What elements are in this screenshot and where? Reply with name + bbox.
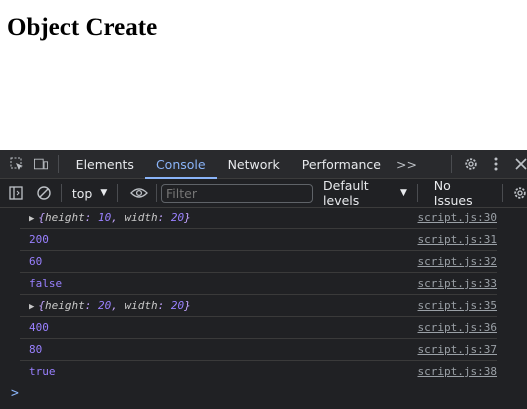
issues-button[interactable]: No Issues: [424, 178, 496, 208]
device-toolbar-icon[interactable]: [34, 157, 48, 171]
object-key: height: [45, 211, 85, 224]
page-title: Object Create: [7, 14, 158, 41]
log-message: 60: [29, 255, 43, 268]
source-link[interactable]: script.js:37: [418, 343, 497, 356]
more-options-icon[interactable]: [492, 157, 501, 171]
context-selector[interactable]: top ▼: [68, 186, 111, 201]
log-message: 80: [29, 343, 43, 356]
more-tabs-button[interactable]: >>: [392, 150, 421, 178]
sidebar-toggle-icon[interactable]: [9, 186, 23, 200]
object-value: 20: [170, 299, 185, 312]
log-message: false: [29, 277, 63, 290]
source-link[interactable]: script.js:36: [418, 321, 497, 334]
log-message: true: [29, 365, 56, 378]
context-label: top: [71, 185, 93, 201]
object-value: 20: [98, 299, 112, 312]
source-link[interactable]: script.js:35: [418, 299, 497, 312]
object-value: 20: [170, 211, 185, 224]
log-levels-dropdown[interactable]: Default levels ▼: [317, 178, 413, 208]
console-prompt[interactable]: >: [11, 386, 19, 401]
object-key: height: [45, 299, 85, 312]
log-message[interactable]: ▶ {height: 20, width: 20}: [20, 299, 418, 312]
devtools-tabbar: Elements Console Network Performance >>: [0, 150, 527, 179]
clear-console-icon[interactable]: [37, 186, 51, 200]
devtools-panel: Elements Console Network Performance >> …: [0, 150, 527, 409]
source-link[interactable]: script.js:38: [418, 365, 497, 378]
source-link[interactable]: script.js:30: [418, 211, 497, 224]
log-row: true script.js:38: [20, 361, 497, 382]
log-row[interactable]: ▶ {height: 20, width: 20} script.js:35: [20, 295, 497, 317]
tab-console[interactable]: Console: [144, 150, 217, 179]
tab-elements[interactable]: Elements: [65, 150, 145, 178]
log-message: 200: [29, 233, 49, 246]
console-log: ▶ {height: 10, width: 20} script.js:30 20…: [0, 207, 527, 382]
object-value: 10: [98, 211, 112, 224]
source-link[interactable]: script.js:31: [418, 233, 497, 246]
expand-triangle-icon[interactable]: ▶: [29, 302, 34, 312]
log-row: 60 script.js:32: [20, 251, 497, 273]
dropdown-arrow-icon: ▼: [100, 188, 108, 198]
console-settings-gear-icon[interactable]: [513, 186, 527, 200]
tab-performance[interactable]: Performance: [291, 150, 392, 178]
source-link[interactable]: script.js:32: [418, 255, 497, 268]
log-row: 400 script.js:36: [20, 317, 497, 339]
console-toolbar: top ▼ Default levels ▼ No Issues: [0, 178, 527, 208]
log-row: false script.js:33: [20, 273, 497, 295]
object-key: width: [124, 299, 158, 312]
divider: [61, 184, 62, 202]
divider: [502, 184, 503, 202]
log-message: 400: [29, 321, 49, 334]
tab-network[interactable]: Network: [217, 150, 291, 178]
log-row[interactable]: ▶ {height: 10, width: 20} script.js:30: [20, 207, 497, 229]
divider: [450, 155, 452, 173]
expand-triangle-icon[interactable]: ▶: [29, 214, 34, 224]
dropdown-arrow-icon: ▼: [399, 188, 407, 198]
settings-gear-icon[interactable]: [464, 157, 478, 171]
divider: [156, 184, 158, 202]
object-key: width: [124, 211, 158, 224]
close-icon[interactable]: [515, 157, 527, 171]
divider: [416, 184, 418, 202]
live-expression-eye-icon[interactable]: [130, 186, 149, 200]
log-row: 200 script.js:31: [20, 229, 497, 251]
divider: [117, 184, 119, 202]
log-row: 80 script.js:37: [20, 339, 497, 361]
divider: [58, 155, 59, 173]
filter-input[interactable]: [161, 183, 314, 203]
source-link[interactable]: script.js:33: [418, 277, 497, 290]
log-message[interactable]: ▶ {height: 10, width: 20}: [20, 211, 418, 224]
log-levels-label: Default levels: [323, 178, 369, 208]
inspect-element-icon[interactable]: [10, 157, 24, 171]
